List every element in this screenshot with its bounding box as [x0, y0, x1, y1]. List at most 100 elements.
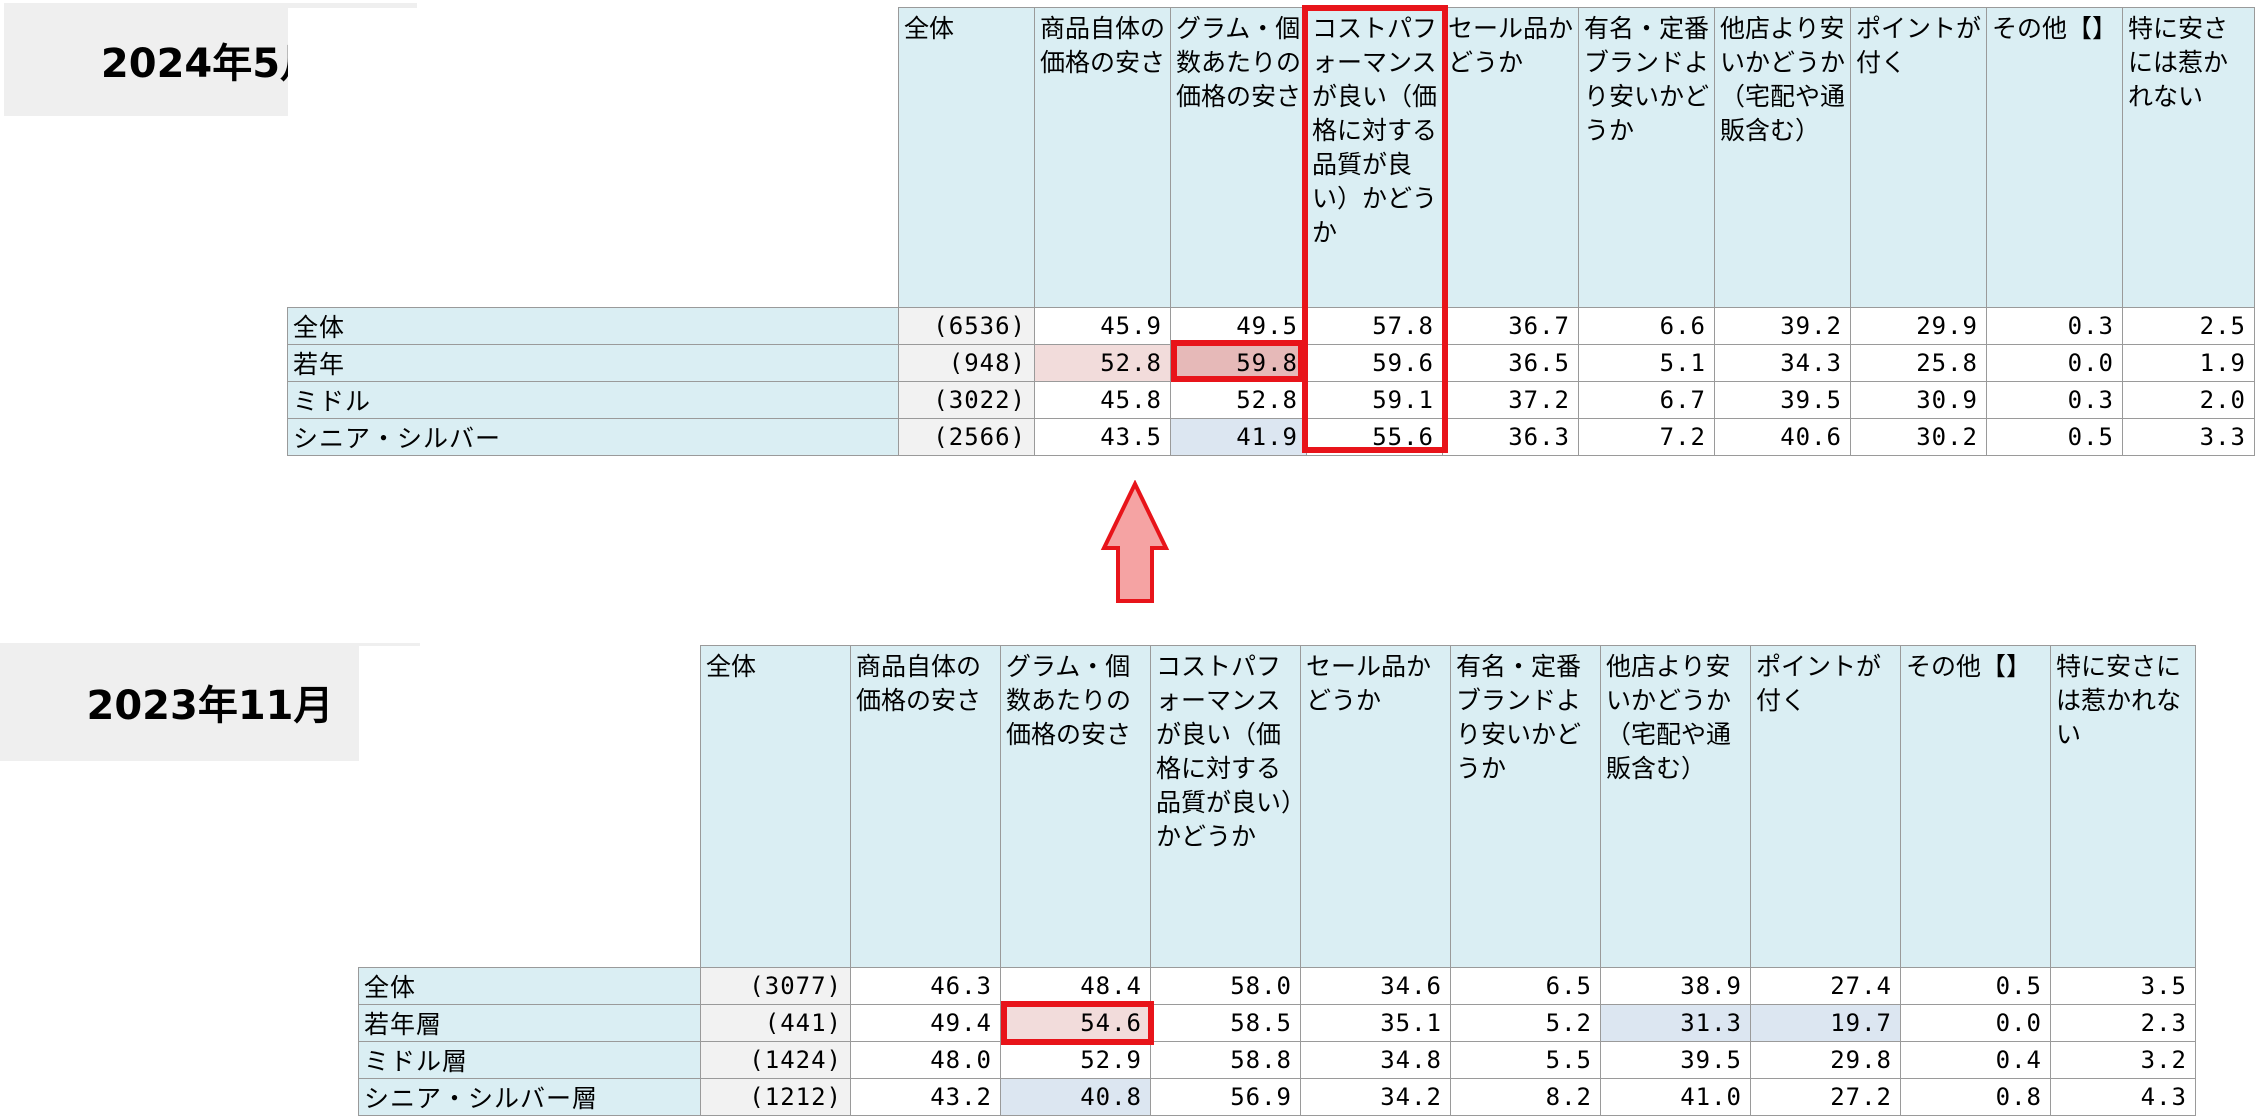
sample-size-cell: (6536)	[898, 307, 1035, 345]
sample-size-cell: (1212)	[700, 1078, 851, 1116]
row-label: ミドル層	[358, 1041, 701, 1079]
data-cell-highlighted: 52.8	[1034, 344, 1171, 382]
data-cell: 2.0	[2122, 381, 2255, 419]
data-cell: 29.8	[1750, 1041, 1901, 1079]
data-cell: 58.0	[1150, 967, 1301, 1005]
column-header: その他【】	[1900, 645, 2051, 968]
data-cell: 29.9	[1850, 307, 1987, 345]
data-cell: 0.5	[1900, 967, 2051, 1005]
row-label: 全体	[358, 967, 701, 1005]
data-cell: 41.0	[1600, 1078, 1751, 1116]
column-header: 他店より安いかどうか（宅配や通販含む）	[1714, 7, 1851, 308]
column-header: グラム・個数あたりの価格の安さ	[1170, 7, 1307, 308]
column-header: 特に安さには惹かれない	[2050, 645, 2196, 968]
table-2024: 全体 商品自体の価格の安さ グラム・個数あたりの価格の安さ コストパフォーマンス…	[287, 7, 2255, 456]
data-cell: 25.8	[1850, 344, 1987, 382]
data-cell-highlighted: 31.3	[1600, 1004, 1751, 1042]
data-cell: 55.6	[1306, 418, 1443, 456]
data-cell: 57.8	[1306, 307, 1443, 345]
column-header: 全体	[700, 645, 851, 968]
data-cell: 34.2	[1300, 1078, 1451, 1116]
data-cell: 0.3	[1986, 307, 2123, 345]
sample-size-cell: (2566)	[898, 418, 1035, 456]
data-cell: 7.2	[1578, 418, 1715, 456]
header-row: 全体 商品自体の価格の安さ グラム・個数あたりの価格の安さ コストパフォーマンス…	[358, 645, 2196, 968]
data-cell: 30.9	[1850, 381, 1987, 419]
data-cell: 5.2	[1450, 1004, 1601, 1042]
data-cell: 56.9	[1150, 1078, 1301, 1116]
data-cell: 3.2	[2050, 1041, 2196, 1079]
data-cell: 0.5	[1986, 418, 2123, 456]
corner-cell	[358, 645, 701, 968]
data-cell: 1.9	[2122, 344, 2255, 382]
data-cell-highlighted: 54.6	[1000, 1004, 1151, 1042]
data-cell: 45.9	[1034, 307, 1171, 345]
data-cell: 4.3	[2050, 1078, 2196, 1116]
title-2023-text: 2023年11月	[86, 683, 334, 729]
column-header: ポイントが付く	[1850, 7, 1987, 308]
sample-size-cell: (1424)	[700, 1041, 851, 1079]
data-cell: 43.5	[1034, 418, 1171, 456]
data-cell: 48.4	[1000, 967, 1151, 1005]
data-cell: 27.4	[1750, 967, 1901, 1005]
row-label: 全体	[287, 307, 899, 345]
data-cell: 3.5	[2050, 967, 2196, 1005]
data-cell: 3.3	[2122, 418, 2255, 456]
data-cell: 0.4	[1900, 1041, 2051, 1079]
data-cell: 6.6	[1578, 307, 1715, 345]
corner-cell	[287, 7, 899, 308]
row-label: 若年層	[358, 1004, 701, 1042]
data-cell: 0.0	[1986, 344, 2123, 382]
data-cell: 43.2	[850, 1078, 1001, 1116]
column-header: セール品かどうか	[1442, 7, 1579, 308]
row-label: ミドル	[287, 381, 899, 419]
up-arrow-icon	[1100, 480, 1170, 603]
data-cell: 30.2	[1850, 418, 1987, 456]
title-2023: 2023年11月	[0, 643, 420, 761]
data-cell: 8.2	[1450, 1078, 1601, 1116]
data-cell: 34.3	[1714, 344, 1851, 382]
table-row: 全体 (6536) 45.9 49.5 57.8 36.7 6.6 39.2 2…	[287, 307, 2255, 345]
column-header: 商品自体の価格の安さ	[1034, 7, 1171, 308]
column-header: 全体	[898, 7, 1035, 308]
data-cell: 49.5	[1170, 307, 1307, 345]
table-2023: 全体 商品自体の価格の安さ グラム・個数あたりの価格の安さ コストパフォーマンス…	[358, 645, 2196, 1116]
header-row: 全体 商品自体の価格の安さ グラム・個数あたりの価格の安さ コストパフォーマンス…	[287, 7, 2255, 308]
data-cell: 59.6	[1306, 344, 1443, 382]
data-cell: 36.7	[1442, 307, 1579, 345]
data-cell: 58.8	[1150, 1041, 1301, 1079]
row-label: シニア・シルバー層	[358, 1078, 701, 1116]
data-cell: 2.5	[2122, 307, 2255, 345]
data-cell: 0.0	[1900, 1004, 2051, 1042]
column-header: 特に安さには惹かれない	[2122, 7, 2255, 308]
table-row: シニア・シルバー (2566) 43.5 41.9 55.6 36.3 7.2 …	[287, 418, 2255, 456]
column-header: その他【】	[1986, 7, 2123, 308]
data-cell: 46.3	[850, 967, 1001, 1005]
table-row: ミドル (3022) 45.8 52.8 59.1 37.2 6.7 39.5 …	[287, 381, 2255, 419]
row-label: シニア・シルバー	[287, 418, 899, 456]
table-row: 若年 (948) 52.8 59.8 59.6 36.5 5.1 34.3 25…	[287, 344, 2255, 382]
sample-size-cell: (948)	[898, 344, 1035, 382]
data-cell: 2.3	[2050, 1004, 2196, 1042]
data-cell: 39.5	[1714, 381, 1851, 419]
data-cell: 27.2	[1750, 1078, 1901, 1116]
data-cell-highlighted: 41.9	[1170, 418, 1307, 456]
sample-size-cell: (3077)	[700, 967, 851, 1005]
data-cell: 0.3	[1986, 381, 2123, 419]
sample-size-cell: (3022)	[898, 381, 1035, 419]
data-cell: 52.9	[1000, 1041, 1151, 1079]
data-cell: 6.7	[1578, 381, 1715, 419]
data-cell: 36.5	[1442, 344, 1579, 382]
column-header: 有名・定番ブランドより安いかどうか	[1578, 7, 1715, 308]
data-cell: 37.2	[1442, 381, 1579, 419]
sample-size-cell: (441)	[700, 1004, 851, 1042]
table-row: 全体 (3077) 46.3 48.4 58.0 34.6 6.5 38.9 2…	[358, 967, 2196, 1005]
column-header: グラム・個数あたりの価格の安さ	[1000, 645, 1151, 968]
data-cell: 5.5	[1450, 1041, 1601, 1079]
column-header: 有名・定番ブランドより安いかどうか	[1450, 645, 1601, 968]
data-cell-highlighted: 59.8	[1170, 344, 1307, 382]
data-cell-highlighted: 40.8	[1000, 1078, 1151, 1116]
data-cell: 5.1	[1578, 344, 1715, 382]
table-row: ミドル層 (1424) 48.0 52.9 58.8 34.8 5.5 39.5…	[358, 1041, 2196, 1079]
data-cell: 45.8	[1034, 381, 1171, 419]
